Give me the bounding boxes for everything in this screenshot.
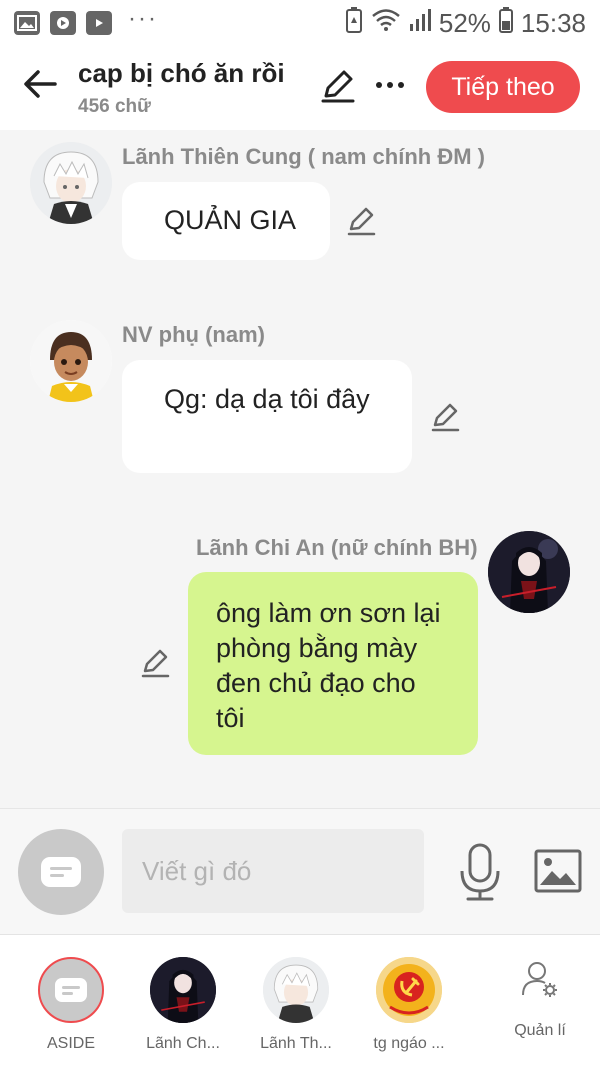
tab-label: tg ngáo ...: [373, 1035, 445, 1052]
tab-label: ASIDE: [46, 1035, 95, 1052]
battery-percent: 52%: [438, 7, 491, 38]
message-input[interactable]: Viết gì đó: [122, 829, 424, 913]
message-bubble[interactable]: ông làm ơn sơn lại phòng bằng mày đen ch…: [188, 572, 478, 755]
tab-aside[interactable]: ASIDE: [16, 957, 126, 1053]
voice-input-button[interactable]: [458, 843, 502, 903]
pencil-icon: [321, 70, 355, 103]
gallery-icon: [14, 11, 40, 35]
pencil-icon: [141, 649, 170, 678]
word-count: 456 chữ: [78, 96, 151, 117]
aside-icon: [38, 957, 104, 1023]
signal-icon: [409, 8, 431, 39]
tab-label: Lãnh Th...: [260, 1035, 332, 1052]
cartoon-boy-avatar[interactable]: [30, 320, 112, 402]
battery-saver-icon: [345, 6, 363, 40]
edit-message-button[interactable]: [430, 402, 462, 434]
tab-label: Lãnh Ch...: [146, 1035, 220, 1052]
hammer-sickle-avatar: [376, 957, 442, 1023]
composer: Viết gì đó: [0, 808, 600, 934]
youtube-icon: [86, 11, 112, 35]
wifi-icon: [371, 8, 401, 39]
tab-manage[interactable]: Quản lí: [490, 959, 590, 1040]
sender-name: NV phụ (nam): [122, 322, 265, 347]
character-tab-bar: ASIDE Lãnh Ch... Lãnh Th... tg ngáo ... …: [0, 934, 600, 1067]
aside-toggle-button[interactable]: [18, 829, 104, 915]
battery-icon: [498, 6, 513, 40]
edit-title-button[interactable]: [320, 68, 356, 104]
dot-icon: [376, 82, 382, 88]
dot-icon: [387, 82, 393, 88]
back-button[interactable]: [20, 64, 60, 104]
dark-haired-girl-avatar: [150, 957, 216, 1023]
sender-name: Lãnh Chi An (nữ chính BH): [196, 535, 478, 560]
tab-character-lanh-chi-an[interactable]: Lãnh Ch...: [128, 957, 238, 1053]
tab-label: Quản lí: [514, 1022, 566, 1039]
header: cap bị chó ăn rồi 456 chữ Tiếp theo: [0, 46, 600, 130]
back-arrow-icon: [24, 70, 57, 98]
pencil-icon: [347, 207, 376, 236]
clock-time: 15:38: [520, 7, 586, 38]
more-notifications-icon: ···: [128, 5, 158, 32]
message-bubble[interactable]: QUẢN GIA: [122, 182, 330, 260]
image-icon: [534, 849, 582, 893]
tab-character-lanh-thien-cung[interactable]: Lãnh Th...: [241, 957, 351, 1053]
dot-icon: [398, 82, 404, 88]
white-haired-boy-avatar: [263, 957, 329, 1023]
insert-image-button[interactable]: [534, 849, 582, 893]
status-bar: ··· 52% 15:38: [0, 0, 600, 46]
message-bubble[interactable]: Qg: dạ dạ tôi đây: [122, 360, 412, 473]
tab-character-tg-ngao[interactable]: tg ngáo ...: [354, 957, 464, 1053]
next-button[interactable]: Tiếp theo: [426, 61, 580, 113]
edit-message-button[interactable]: [140, 648, 172, 680]
microphone-icon: [460, 843, 500, 901]
more-options-button[interactable]: [370, 70, 410, 100]
sender-name: Lãnh Thiên Cung ( nam chính ĐM ): [122, 144, 485, 169]
story-title: cap bị chó ăn rồi: [78, 58, 285, 88]
edit-message-button[interactable]: [346, 206, 378, 238]
pencil-icon: [431, 403, 460, 432]
aside-icon: [41, 857, 81, 887]
dark-haired-girl-avatar[interactable]: [488, 531, 570, 613]
user-settings-icon: [522, 962, 557, 997]
chat-area[interactable]: Lãnh Thiên Cung ( nam chính ĐM ) QUẢN GI…: [0, 130, 600, 808]
white-haired-boy-avatar[interactable]: [30, 142, 112, 224]
video-player-icon: [50, 11, 76, 35]
